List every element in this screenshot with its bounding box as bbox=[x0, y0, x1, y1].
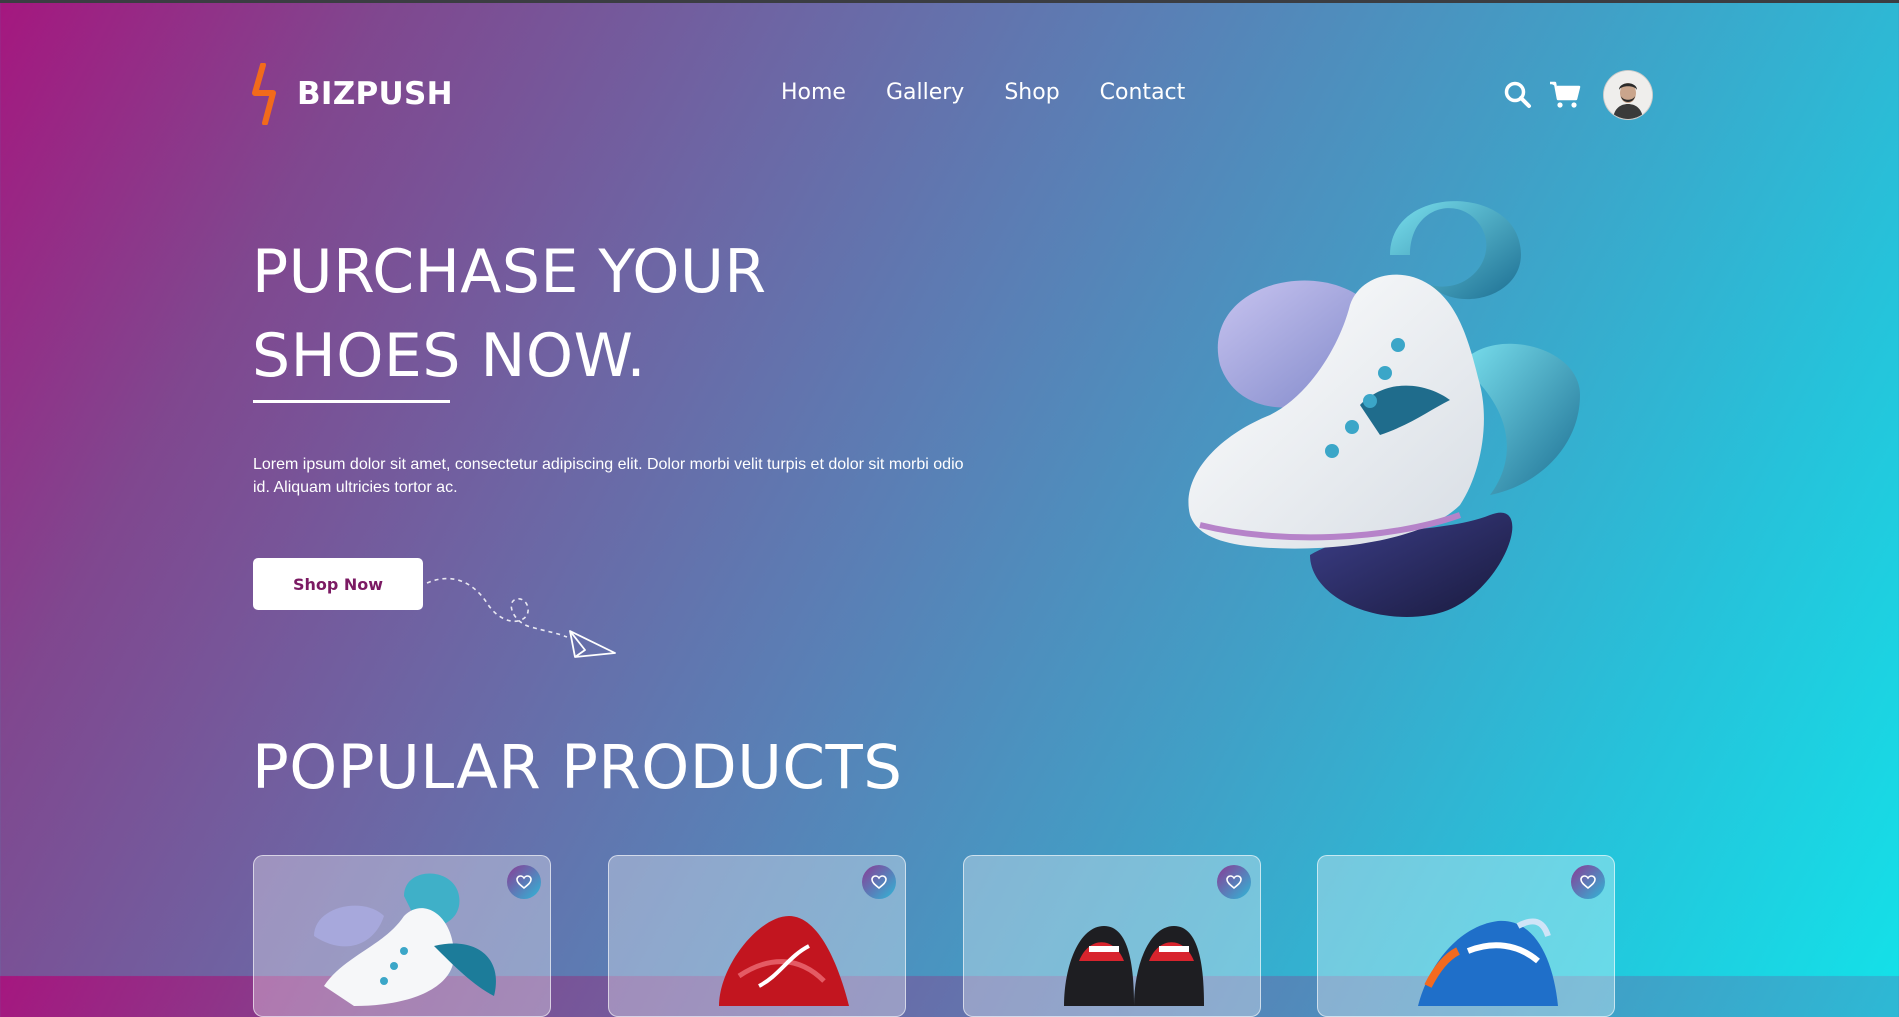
window-top-border bbox=[0, 0, 1899, 3]
favorite-button[interactable] bbox=[862, 865, 896, 899]
search-icon[interactable] bbox=[1503, 80, 1533, 110]
nav-shop[interactable]: Shop bbox=[1004, 80, 1059, 105]
heart-icon bbox=[516, 875, 532, 889]
product-image bbox=[1064, 926, 1204, 1006]
hero-title: PURCHASE YOUR SHOES NOW. bbox=[252, 230, 767, 398]
cart-icon[interactable] bbox=[1549, 80, 1581, 110]
hero-title-underline bbox=[253, 400, 450, 403]
brand-name: BIZPUSH bbox=[297, 76, 453, 112]
product-image bbox=[314, 873, 496, 1006]
avatar[interactable] bbox=[1603, 70, 1653, 120]
header-actions bbox=[1503, 70, 1653, 120]
product-card[interactable] bbox=[1317, 855, 1615, 1017]
nav-home[interactable]: Home bbox=[781, 80, 846, 105]
nav-contact[interactable]: Contact bbox=[1100, 80, 1186, 105]
nav-gallery[interactable]: Gallery bbox=[886, 80, 964, 105]
hero-title-line-2: SHOES NOW. bbox=[252, 321, 647, 391]
popular-products-title: POPULAR PRODUCTS bbox=[252, 732, 903, 803]
product-card[interactable] bbox=[253, 855, 551, 1017]
hero-description: Lorem ipsum dolor sit amet, consectetur … bbox=[253, 456, 964, 496]
paper-plane-icon bbox=[426, 577, 616, 658]
product-card[interactable] bbox=[963, 855, 1261, 1017]
main-nav: Home Gallery Shop Contact bbox=[781, 80, 1185, 105]
heart-icon bbox=[871, 875, 887, 889]
product-image bbox=[719, 916, 849, 1006]
favorite-button[interactable] bbox=[507, 865, 541, 899]
shop-now-button[interactable]: Shop Now bbox=[253, 558, 423, 610]
hero-shoe-image bbox=[1188, 201, 1580, 617]
heart-icon bbox=[1226, 875, 1242, 889]
product-image bbox=[1418, 918, 1558, 1006]
hero-title-line-1: PURCHASE YOUR bbox=[252, 237, 767, 307]
favorite-button[interactable] bbox=[1217, 865, 1251, 899]
lightning-bolt-icon bbox=[252, 63, 276, 125]
favorite-button[interactable] bbox=[1571, 865, 1605, 899]
product-card[interactable] bbox=[608, 855, 906, 1017]
brand-logo[interactable]: BIZPUSH bbox=[251, 63, 453, 125]
heart-icon bbox=[1580, 875, 1596, 889]
